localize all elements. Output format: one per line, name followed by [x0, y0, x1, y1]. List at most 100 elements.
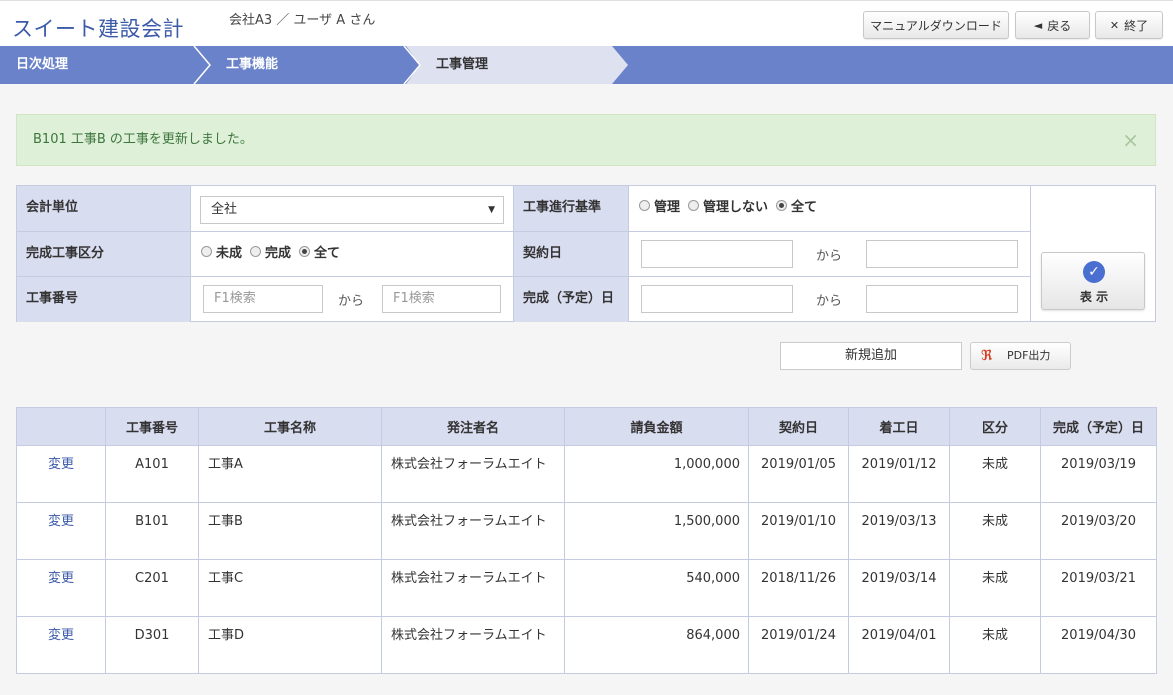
- column-header: 発注者名: [381, 407, 565, 446]
- breadcrumb-item-project-functions[interactable]: 工事機能: [226, 46, 278, 84]
- amount-cell: 540,000: [564, 559, 749, 617]
- pdf-export-button[interactable]: ℜ PDF出力: [970, 342, 1071, 370]
- project-number-from-input[interactable]: F1検索: [203, 285, 323, 313]
- company-unit-cell: 全社 ▼: [191, 186, 514, 232]
- radio-selected-icon: [299, 246, 311, 257]
- success-alert: B101 工事B の工事を更新しました。 ×: [16, 114, 1156, 166]
- project-number-to-input[interactable]: F1検索: [382, 285, 501, 313]
- option-label: 全て: [314, 246, 341, 261]
- completion-date-to-input[interactable]: [866, 285, 1018, 313]
- exit-label: 終了: [1124, 18, 1149, 33]
- project-name-cell: 工事B: [198, 502, 382, 560]
- completion-type-radios: 未成 完成 全て: [201, 242, 348, 261]
- column-header: 着工日: [848, 407, 950, 446]
- manual-download-button[interactable]: マニュアルダウンロード: [863, 11, 1009, 39]
- manual-download-label: マニュアルダウンロード: [870, 18, 1002, 33]
- project-number-cell: A101: [105, 445, 199, 503]
- type-cell: 未成: [949, 445, 1041, 503]
- option-label: 全て: [791, 200, 818, 215]
- alert-message: B101 工事B の工事を更新しました。: [33, 132, 253, 147]
- contract-date-to-input[interactable]: [866, 240, 1018, 268]
- new-add-button[interactable]: 新規追加: [780, 342, 962, 370]
- edit-cell: 変更: [16, 445, 106, 503]
- table-row: 変更 D301 工事D 株式会社フォーラムエイト 864,000 2019/01…: [16, 616, 1157, 674]
- contract-date-cell: から: [629, 232, 1031, 277]
- client-cell: 株式会社フォーラムエイト: [381, 559, 565, 617]
- alert-close-button[interactable]: ×: [1122, 115, 1139, 165]
- contract-date-cell: 2018/11/26: [748, 559, 849, 617]
- completion-type-unfinished-option[interactable]: 未成: [201, 242, 242, 261]
- company-unit-label: 会計単位: [17, 186, 191, 232]
- amount-cell: 864,000: [564, 616, 749, 674]
- completion-date-cell: 2019/04/30: [1040, 616, 1157, 674]
- amount-cell: 1,500,000: [564, 502, 749, 560]
- start-date-cell: 2019/03/14: [848, 559, 950, 617]
- breadcrumb-item-daily[interactable]: 日次処理: [16, 46, 68, 84]
- option-label: 未成: [216, 246, 243, 261]
- start-date-cell: 2019/03/13: [848, 502, 950, 560]
- completion-date-cell: 2019/03/20: [1040, 502, 1157, 560]
- company-unit-select[interactable]: 全社 ▼: [200, 196, 504, 224]
- option-label: 管理: [654, 200, 681, 215]
- progress-basis-radios: 管理 管理しない 全て: [639, 196, 825, 215]
- project-number-cell: B101: [105, 502, 199, 560]
- edit-link[interactable]: 変更: [48, 571, 74, 586]
- completion-date-label: 完成（予定）日: [514, 277, 629, 322]
- check-icon: ✓: [1083, 261, 1105, 283]
- dropdown-arrow-icon: ▼: [488, 205, 495, 215]
- start-date-cell: 2019/01/12: [848, 445, 950, 503]
- company-unit-value: 全社: [211, 202, 238, 217]
- option-label: 管理しない: [703, 200, 769, 215]
- contract-date-separator: から: [816, 249, 843, 264]
- completion-date-separator: から: [816, 294, 843, 309]
- project-number-cell: C201: [105, 559, 199, 617]
- client-cell: 株式会社フォーラムエイト: [381, 616, 565, 674]
- project-number-separator: から: [338, 294, 365, 309]
- radio-icon: [639, 200, 650, 211]
- edit-cell: 変更: [16, 502, 106, 560]
- completion-type-finished-option[interactable]: 完成: [250, 242, 291, 261]
- contract-date-cell: 2019/01/24: [748, 616, 849, 674]
- progress-basis-all-option[interactable]: 全て: [776, 196, 817, 215]
- edit-link[interactable]: 変更: [48, 628, 74, 643]
- edit-link[interactable]: 変更: [48, 514, 74, 529]
- close-icon: ✕: [1109, 18, 1120, 32]
- project-name-cell: 工事C: [198, 559, 382, 617]
- column-header: 工事番号: [105, 407, 199, 446]
- pdf-icon: ℜ: [981, 348, 993, 364]
- completion-date-from-input[interactable]: [641, 285, 793, 313]
- start-date-cell: 2019/04/01: [848, 616, 950, 674]
- amount-cell: 1,000,000: [564, 445, 749, 503]
- project-number-label: 工事番号: [17, 277, 191, 322]
- show-button-label: 表 示: [1079, 290, 1109, 304]
- back-button[interactable]: ◄ 戻る: [1015, 11, 1090, 39]
- project-table: 工事番号 工事名称 発注者名 請負金額 契約日 着工日 区分 完成（予定）日 変…: [16, 407, 1157, 674]
- table-header-row: 工事番号 工事名称 発注者名 請負金額 契約日 着工日 区分 完成（予定）日: [16, 407, 1157, 446]
- project-name-cell: 工事D: [198, 616, 382, 674]
- client-cell: 株式会社フォーラムエイト: [381, 502, 565, 560]
- show-button[interactable]: ✓ 表 示: [1041, 252, 1145, 310]
- radio-icon: [201, 246, 212, 257]
- column-header: 工事名称: [198, 407, 382, 446]
- column-header: [16, 407, 106, 446]
- option-label: 完成: [265, 246, 292, 261]
- progress-basis-nomanage-option[interactable]: 管理しない: [688, 196, 768, 215]
- progress-basis-manage-option[interactable]: 管理: [639, 196, 680, 215]
- exit-button[interactable]: ✕ 終了: [1095, 11, 1163, 39]
- completion-type-label: 完成工事区分: [17, 232, 191, 277]
- progress-basis-cell: 管理 管理しない 全て: [629, 186, 1031, 232]
- completion-type-all-option[interactable]: 全て: [299, 242, 340, 261]
- project-name-cell: 工事A: [198, 445, 382, 503]
- contract-date-from-input[interactable]: [641, 240, 793, 268]
- breadcrumb: 日次処理 工事機能 工事管理: [0, 46, 1173, 84]
- radio-selected-icon: [776, 200, 788, 211]
- edit-cell: 変更: [16, 616, 106, 674]
- radio-icon: [688, 200, 700, 211]
- edit-link[interactable]: 変更: [48, 457, 74, 472]
- project-number-cell: D301: [105, 616, 199, 674]
- type-cell: 未成: [949, 502, 1041, 560]
- contract-date-label: 契約日: [514, 232, 629, 277]
- app-title: スイート建設会計: [12, 17, 184, 41]
- breadcrumb-item-project-management: 工事管理: [436, 57, 489, 72]
- completion-date-cell: から: [629, 277, 1031, 322]
